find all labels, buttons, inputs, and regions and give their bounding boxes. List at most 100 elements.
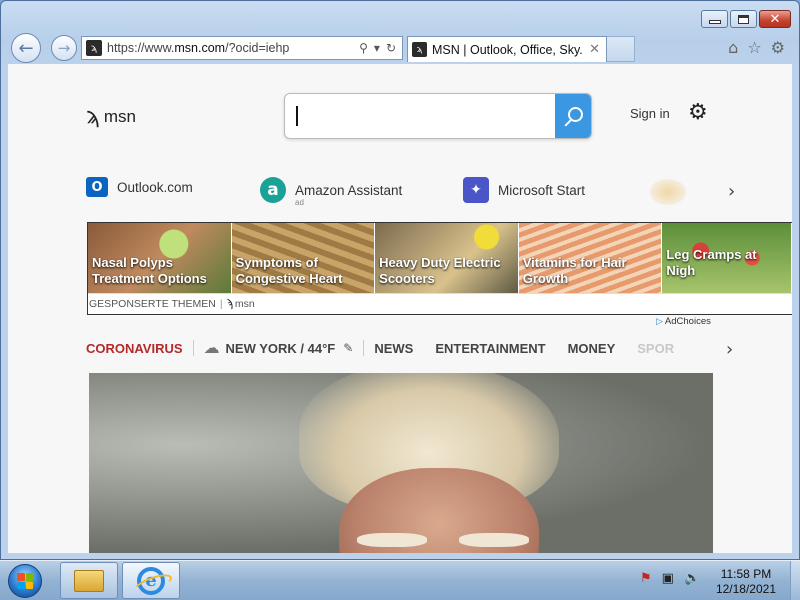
sponsored-tiles: Nasal Polyps Treatment Options Symptoms … bbox=[88, 223, 792, 293]
favorites-star-icon[interactable]: ☆ bbox=[747, 38, 761, 57]
nav-weather[interactable]: NEW YORK / 44°F bbox=[226, 341, 336, 356]
taskbar: e ⚑ ▣ 🔈 11:58 PM 12/18/2021 bbox=[0, 560, 800, 600]
address-url[interactable]: https://www.msn.com/?ocid=iehp bbox=[107, 41, 359, 55]
divider bbox=[192, 340, 194, 356]
close-button[interactable]: ✕ bbox=[759, 10, 791, 28]
hero-brow bbox=[459, 533, 529, 547]
adchoices-icon: ▷ bbox=[656, 316, 663, 326]
action-center-flag-icon[interactable]: ⚑ bbox=[640, 571, 652, 586]
adchoices-link[interactable]: ▷ AdChoices bbox=[656, 316, 711, 327]
close-icon: ✕ bbox=[769, 11, 781, 27]
logo-text: msn bbox=[103, 106, 136, 126]
volume-icon[interactable]: 🔈 bbox=[684, 571, 700, 586]
tile-label: Vitamins for Hair Growth bbox=[522, 255, 627, 286]
show-desktop-button[interactable] bbox=[790, 561, 800, 600]
windows-logo-icon bbox=[17, 573, 33, 589]
hero-brow bbox=[357, 533, 427, 547]
tile-label: Nasal Polyps Treatment Options bbox=[92, 255, 207, 286]
address-prefix: https://www. bbox=[107, 41, 175, 55]
address-suffix: /?ocid=iehp bbox=[225, 41, 290, 55]
divider: | bbox=[219, 297, 223, 310]
quick-link-partial-icon bbox=[650, 179, 686, 205]
search-input[interactable] bbox=[285, 94, 555, 138]
sponsored-tile[interactable]: Nasal Polyps Treatment Options bbox=[88, 223, 231, 293]
minimize-button[interactable] bbox=[701, 10, 728, 28]
network-icon[interactable]: ▣ bbox=[662, 571, 674, 586]
category-nav: CORONAVIRUS ☁ NEW YORK / 44°F ✎ NEWS ENT… bbox=[86, 337, 746, 359]
divider bbox=[363, 340, 365, 356]
nav-coronavirus[interactable]: CORONAVIRUS bbox=[86, 341, 183, 356]
minimize-icon bbox=[708, 20, 721, 24]
msn-butterfly-icon: ϡ bbox=[226, 297, 233, 310]
back-arrow-icon: ← bbox=[18, 37, 34, 59]
tab-title: MSN | Outlook, Office, Sky... bbox=[432, 42, 584, 57]
taskbar-explorer-button[interactable] bbox=[60, 562, 118, 599]
quick-link-label: Amazon Assistant bbox=[295, 182, 403, 198]
sign-in-link[interactable]: Sign in bbox=[630, 106, 670, 121]
quick-link-label: Microsoft Start bbox=[498, 182, 586, 198]
nav-entertainment[interactable]: ENTERTAINMENT bbox=[435, 341, 545, 356]
nav-sports[interactable]: SPOR bbox=[637, 341, 674, 356]
taskbar-ie-button[interactable]: e bbox=[122, 562, 180, 599]
msn-logo[interactable]: ϡ msn bbox=[86, 104, 136, 129]
search-icon bbox=[567, 106, 583, 122]
cloud-icon: ☁ bbox=[203, 340, 220, 357]
tab-msn[interactable]: ϡ MSN | Outlook, Office, Sky... ✕ bbox=[407, 36, 607, 62]
search-icon[interactable]: ⚲ bbox=[359, 41, 368, 55]
dropdown-arrow-icon[interactable]: ▾ bbox=[374, 41, 380, 55]
sponsored-tile[interactable]: Vitamins for Hair Growth bbox=[518, 223, 662, 293]
refresh-icon[interactable]: ↻ bbox=[386, 41, 396, 55]
address-domain: msn.com bbox=[174, 41, 226, 55]
browser-window: ✕ ← → ϡ https://www.msn.com/?ocid=iehp ⚲… bbox=[0, 0, 800, 560]
sponsored-tile[interactable]: Heavy Duty Electric Scooters bbox=[375, 223, 518, 293]
text-caret bbox=[296, 106, 298, 126]
nav-news[interactable]: NEWS bbox=[374, 341, 413, 356]
sponsored-tile[interactable]: Leg Cramps at Nigh bbox=[662, 223, 792, 293]
amazon-assistant-icon: a bbox=[260, 177, 286, 203]
tile-label: Heavy Duty Electric Scooters bbox=[379, 255, 501, 286]
forward-button[interactable]: → bbox=[51, 35, 77, 61]
msn-favicon-icon: ϡ bbox=[412, 42, 427, 57]
clock[interactable]: 11:58 PM 12/18/2021 bbox=[716, 567, 776, 597]
microsoft-start-icon: ✦ bbox=[463, 177, 489, 203]
start-button[interactable] bbox=[8, 564, 42, 598]
maximize-button[interactable] bbox=[730, 10, 757, 28]
ad-label: ad bbox=[295, 198, 304, 207]
tab-close-icon[interactable]: ✕ bbox=[589, 42, 600, 57]
page-content: ϡ msn Sign in ⚙ O Outlook.com a Amazon A… bbox=[8, 64, 792, 553]
quick-link-outlook[interactable]: O Outlook.com bbox=[86, 177, 193, 197]
folder-icon bbox=[74, 569, 104, 592]
quick-links: O Outlook.com a Amazon Assistant ad ✦ Mi… bbox=[86, 177, 746, 213]
navigation-bar: ← → ϡ https://www.msn.com/?ocid=iehp ⚲ ▾… bbox=[9, 33, 799, 63]
hero-image[interactable] bbox=[89, 373, 713, 553]
sponsored-tile[interactable]: Symptoms of Congestive Heart bbox=[231, 223, 375, 293]
quick-link-microsoft-start[interactable]: ✦ Microsoft Start bbox=[463, 177, 585, 203]
clock-date: 12/18/2021 bbox=[715, 582, 776, 596]
sponsored-topics: Nasal Polyps Treatment Options Symptoms … bbox=[87, 222, 792, 315]
system-tray: ⚑ ▣ 🔈 bbox=[640, 571, 700, 586]
outlook-icon: O bbox=[86, 177, 108, 197]
chevron-right-icon[interactable]: › bbox=[728, 181, 735, 202]
sponsored-footer-text: GESPONSERTE THEMEN bbox=[89, 297, 216, 310]
search-button[interactable] bbox=[555, 94, 591, 138]
tile-label: Symptoms of Congestive Heart bbox=[235, 255, 343, 286]
maximize-icon bbox=[738, 14, 749, 24]
nav-money[interactable]: MONEY bbox=[568, 341, 616, 356]
home-icon[interactable]: ⌂ bbox=[728, 38, 738, 57]
quick-link-label: Outlook.com bbox=[117, 179, 193, 195]
internet-explorer-icon: e bbox=[137, 566, 165, 595]
msn-favicon-icon: ϡ bbox=[86, 40, 102, 56]
sponsored-footer: GESPONSERTE THEMEN | ϡ msn bbox=[88, 293, 792, 313]
msn-butterfly-icon: ϡ bbox=[86, 104, 100, 129]
quick-link-amazon-assistant[interactable]: a Amazon Assistant bbox=[260, 177, 402, 203]
search-box bbox=[284, 93, 592, 139]
settings-gear-icon[interactable]: ⚙ bbox=[688, 100, 708, 125]
new-tab-button[interactable] bbox=[607, 36, 635, 62]
settings-gear-icon[interactable]: ⚙ bbox=[771, 38, 785, 57]
address-bar[interactable]: ϡ https://www.msn.com/?ocid=iehp ⚲ ▾ ↻ bbox=[81, 36, 403, 60]
back-button[interactable]: ← bbox=[11, 33, 41, 63]
chevron-right-icon[interactable]: › bbox=[726, 339, 733, 360]
window-controls: ✕ bbox=[701, 10, 791, 28]
clock-time: 11:58 PM bbox=[720, 567, 772, 581]
pencil-edit-icon[interactable]: ✎ bbox=[343, 341, 353, 355]
